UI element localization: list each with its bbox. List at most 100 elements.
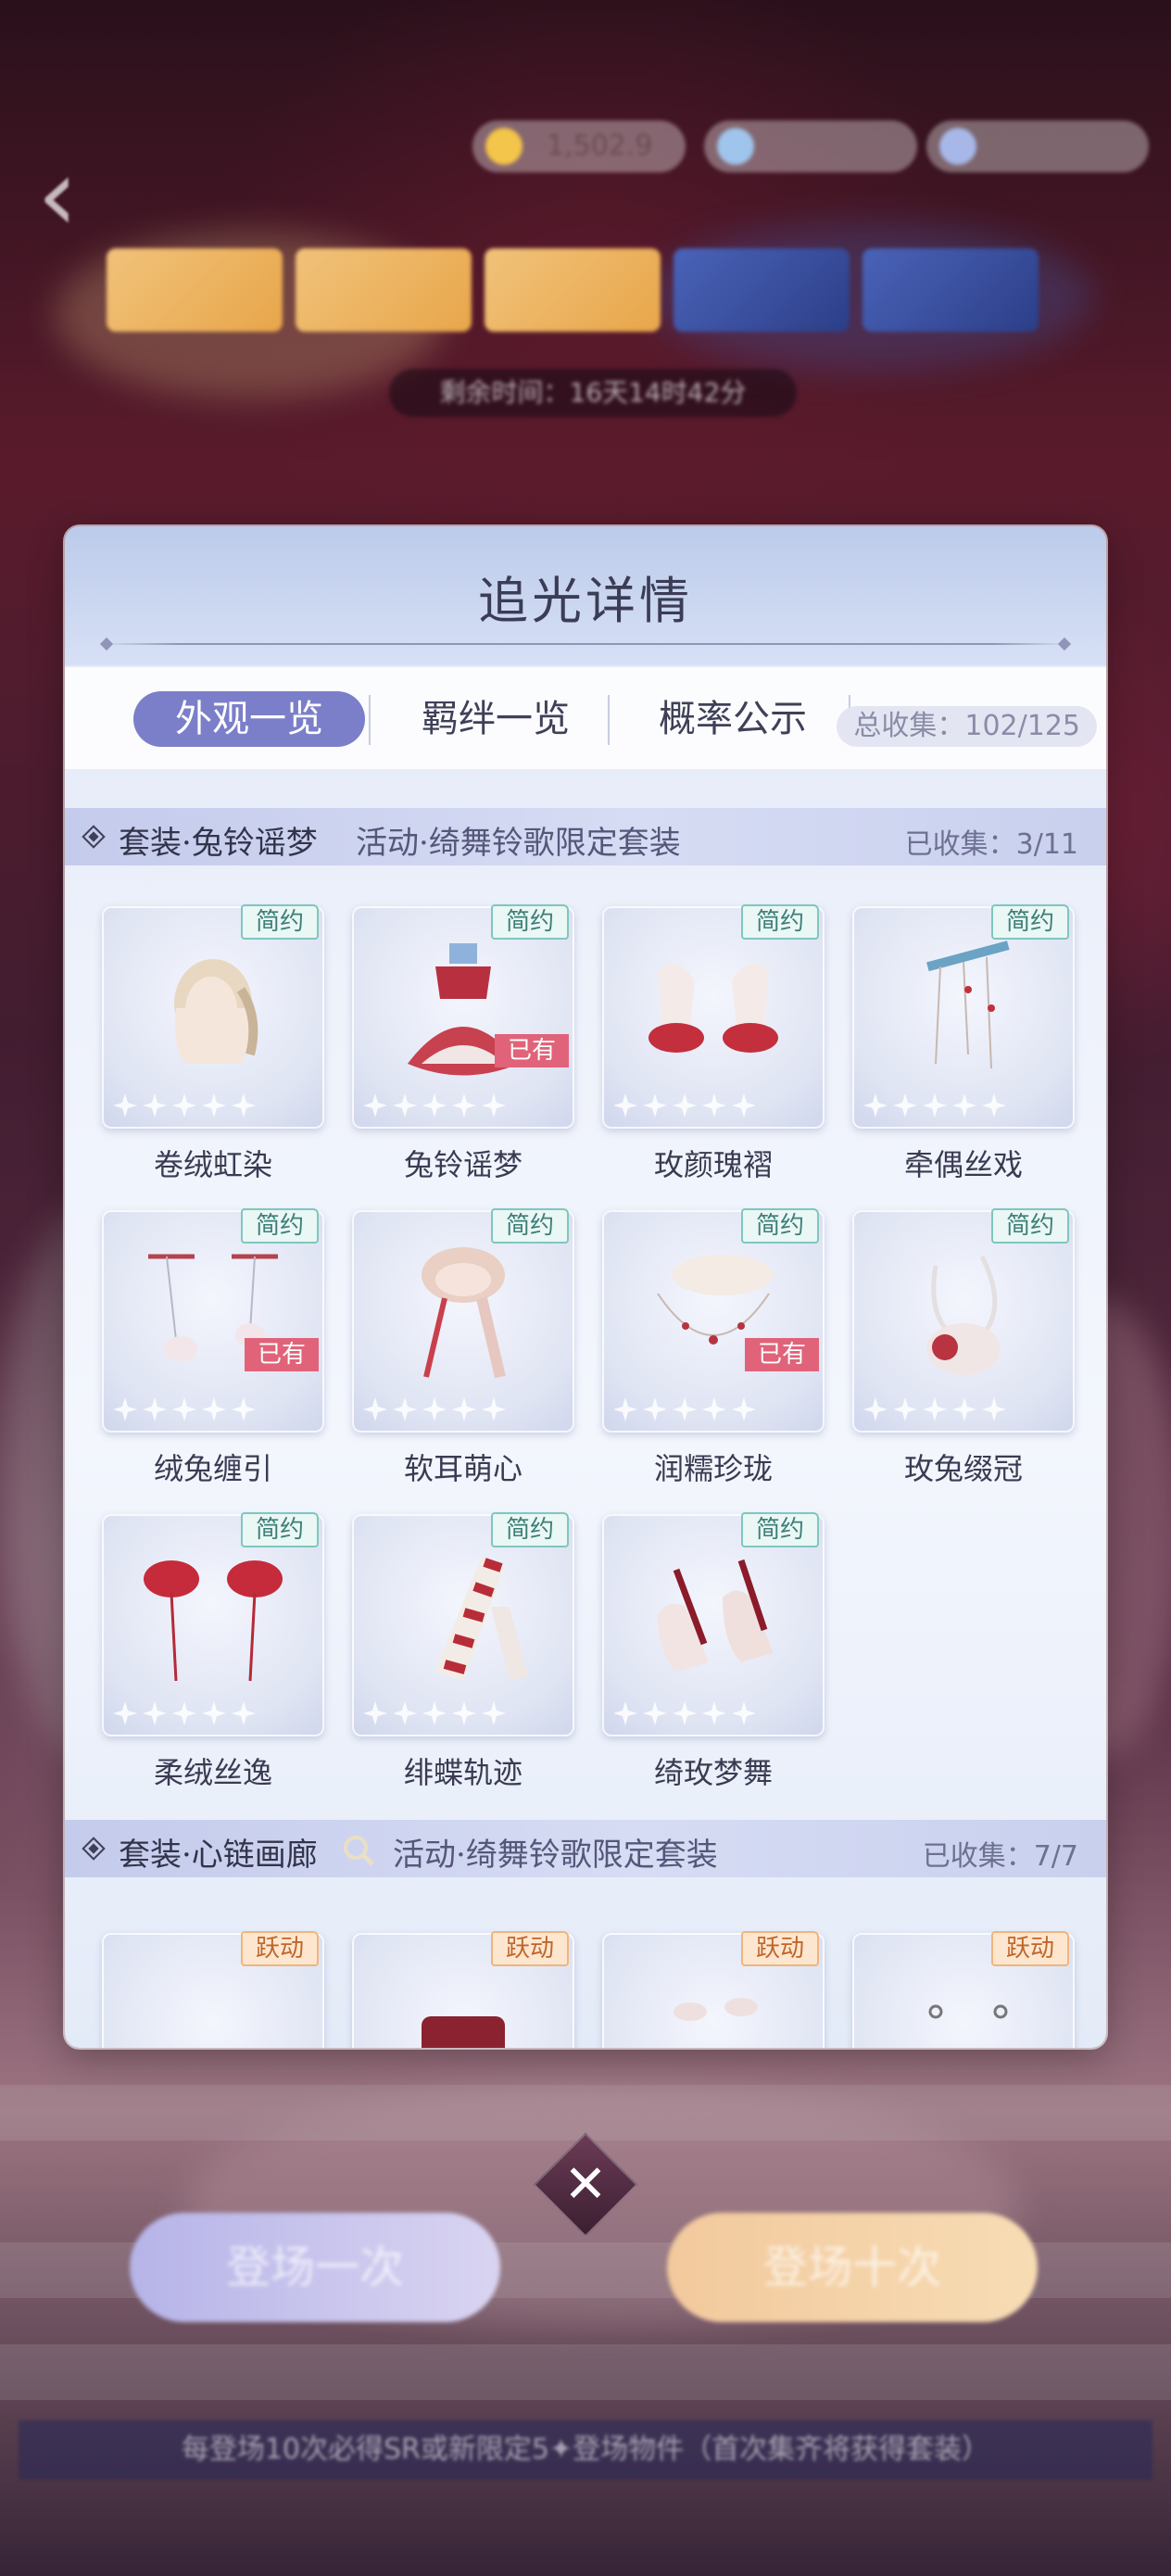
star-icon: [170, 1092, 198, 1119]
star-icon: [361, 1699, 389, 1727]
star-icon: [200, 1395, 228, 1423]
item-name: 绯蝶轨迹: [403, 1755, 523, 1790]
currency-display-2: [704, 120, 917, 172]
banner-tab-4[interactable]: [674, 248, 850, 332]
star-rating: [361, 1699, 508, 1727]
item-tag: 简约: [491, 1512, 569, 1547]
star-rating: [111, 1395, 258, 1423]
ears-icon: [674, 1998, 758, 2021]
star-icon: [862, 1092, 889, 1119]
star-icon: [730, 1699, 758, 1727]
owned-badge: 已有: [245, 1338, 319, 1371]
event-timer: 剩余时间：16天14时42分: [389, 369, 797, 417]
outfit-item[interactable]: 简约 绮玫梦舞: [602, 1512, 825, 1792]
section-header-1: 套装·兔铃谣梦 活动·绮舞铃歌限定套装 已收集：3/11: [65, 808, 1106, 865]
item-card: 简约: [602, 904, 825, 1129]
magnifier-icon[interactable]: [341, 1833, 376, 1868]
outfit-item[interactable]: 简约 柔绒丝逸: [102, 1512, 324, 1792]
outfit-item[interactable]: 简约 软耳萌心: [352, 1208, 574, 1488]
section-title: 套装·兔铃谣梦: [119, 825, 318, 862]
item-name: 牵偶丝戏: [903, 1147, 1023, 1182]
star-icon: [111, 1395, 139, 1423]
star-icon: [391, 1092, 419, 1119]
item-name: 绒兔缠引: [153, 1451, 272, 1486]
star-icon: [730, 1092, 758, 1119]
outfit-item[interactable]: 简约 玫颜瑰褶: [602, 904, 825, 1184]
gem-icon: [717, 128, 754, 165]
draw-once-button[interactable]: 登场一次: [130, 2213, 500, 2322]
section-count: 已收集：3/11: [904, 828, 1078, 861]
banner-tab-3[interactable]: [485, 248, 661, 332]
item-tag: 简约: [491, 904, 569, 940]
star-icon: [921, 1092, 949, 1119]
tab-appearance[interactable]: 外观一览: [133, 691, 365, 747]
star-icon: [421, 1699, 448, 1727]
banner-tabs: [107, 248, 1039, 332]
draw-ten-button[interactable]: 登场十次: [667, 2213, 1038, 2322]
outfit-item[interactable]: 简约 已有 兔铃谣梦: [352, 904, 574, 1184]
section-subtitle: 活动·绮舞铃歌限定套装: [393, 1837, 718, 1874]
bag-icon: [422, 2016, 505, 2048]
total-collected: 总收集：102/125: [837, 706, 1097, 747]
outfit-item[interactable]: 简约 玫兔缀冠: [852, 1208, 1075, 1488]
star-icon: [671, 1395, 699, 1423]
tab-separator: [608, 695, 610, 745]
outfit-item[interactable]: 简约 已有 绒兔缠引: [102, 1208, 324, 1488]
star-rating: [361, 1395, 508, 1423]
star-icon: [391, 1699, 419, 1727]
back-arrow-icon[interactable]: ‹: [37, 144, 111, 246]
ticket-icon: [939, 128, 976, 165]
item-name: 玫兔缀冠: [903, 1451, 1023, 1486]
star-icon: [641, 1395, 669, 1423]
star-icon: [611, 1092, 639, 1119]
item-tag: 跃动: [241, 1931, 319, 1966]
modal-header: 追光详情: [65, 526, 1106, 665]
owned-badge: 已有: [745, 1338, 819, 1371]
star-icon: [450, 1395, 478, 1423]
star-icon: [951, 1092, 978, 1119]
star-rating: [111, 1092, 258, 1119]
item-card: 简约: [352, 1208, 574, 1433]
banner-tab-1[interactable]: [107, 248, 283, 332]
outfit-item[interactable]: 简约 牵偶丝戏: [852, 904, 1075, 1184]
item-name: 卷绒虹染: [153, 1147, 272, 1182]
item-tag: 简约: [241, 1512, 319, 1547]
banner-tab-2[interactable]: [296, 248, 472, 332]
star-icon: [111, 1699, 139, 1727]
star-icon: [611, 1699, 639, 1727]
earrings-icon: [928, 2004, 1008, 2019]
section2-items: 跃动 跃动 跃动 跃动: [65, 1909, 1106, 2048]
section-header-2: 套装·心链画廊 活动·绮舞铃歌限定套装 已收集：7/7: [65, 1820, 1106, 1877]
outfit-item[interactable]: 跃动: [352, 1931, 574, 2048]
outfit-item[interactable]: 简约 已有 润糯珍珑: [602, 1208, 825, 1488]
star-icon: [391, 1395, 419, 1423]
close-icon[interactable]: ✕: [548, 2148, 623, 2222]
banner-tab-5[interactable]: [863, 248, 1039, 332]
star-icon: [450, 1092, 478, 1119]
cuffs-icon: [648, 964, 778, 1053]
outfit-item[interactable]: 简约 卷绒虹染: [102, 904, 324, 1184]
star-icon: [730, 1395, 758, 1423]
star-icon: [141, 1699, 169, 1727]
tab-probability[interactable]: 概率公示: [617, 691, 849, 747]
diamond-icon: [82, 1837, 106, 1861]
star-icon: [980, 1395, 1008, 1423]
item-name: 软耳萌心: [403, 1451, 523, 1486]
item-name: 玫颜瑰褶: [653, 1147, 773, 1182]
tab-bonds[interactable]: 羁绊一览: [380, 691, 611, 747]
star-icon: [480, 1395, 508, 1423]
outfit-item[interactable]: 跃动: [102, 1931, 324, 2048]
star-rating: [611, 1092, 758, 1119]
outfit-item[interactable]: 简约 绯蝶轨迹: [352, 1512, 574, 1792]
outfit-item[interactable]: 跃动: [852, 1931, 1075, 2048]
modal-title: 追光详情: [478, 572, 693, 630]
star-icon: [361, 1395, 389, 1423]
star-icon: [700, 1699, 728, 1727]
star-icon: [641, 1092, 669, 1119]
item-tag: 跃动: [991, 1931, 1069, 1966]
outfit-item[interactable]: 跃动: [602, 1931, 825, 2048]
star-icon: [671, 1092, 699, 1119]
star-icon: [480, 1699, 508, 1727]
star-icon: [200, 1699, 228, 1727]
star-icon: [611, 1395, 639, 1423]
